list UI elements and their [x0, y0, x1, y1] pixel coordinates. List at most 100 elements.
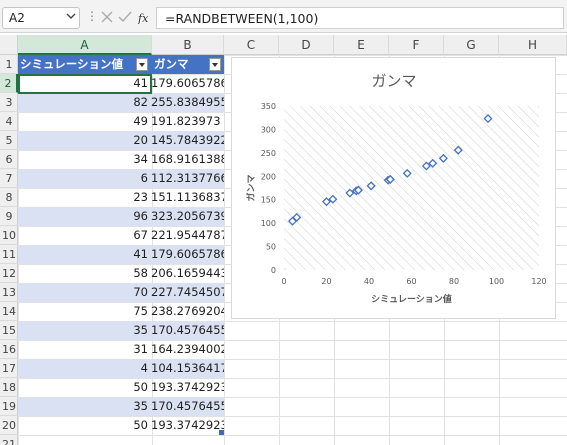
cell-simulation-value[interactable]: 23 — [18, 188, 151, 207]
formula-input[interactable]: =RANDBETWEEN(1,100) — [156, 7, 564, 29]
y-tick-label: 350 — [261, 102, 276, 111]
row-header[interactable]: 13 — [0, 283, 18, 302]
cell-simulation-value[interactable]: 67 — [18, 226, 151, 245]
cell-gamma-value[interactable]: 193.3742923 — [151, 416, 224, 435]
column-header-c[interactable]: C — [224, 35, 279, 55]
row-header[interactable]: 17 — [0, 359, 18, 378]
row-header[interactable]: 6 — [0, 150, 18, 169]
column-header-h[interactable]: H — [499, 35, 567, 55]
cell-gamma-value[interactable]: 168.9161388 — [151, 150, 224, 169]
column-header-f[interactable]: F — [389, 35, 444, 55]
x-tick-label: 100 — [489, 277, 504, 286]
row-header[interactable]: 21 — [0, 435, 18, 445]
chart-canvas: ガンマ 0 50 100 150 200 250 300 350 0 20 40 60 80 100 12… — [245, 72, 547, 305]
cell-gamma-value[interactable]: 221.9544787 — [151, 226, 224, 245]
cell-gamma-value[interactable]: 145.7843922 — [151, 131, 224, 150]
cell-gamma-value[interactable]: 170.4576455 — [151, 397, 224, 416]
table-row: 70 227.7454507 — [18, 283, 224, 302]
cell-simulation-value[interactable]: 20 — [18, 131, 151, 150]
table-row: 4 104.1536417 — [18, 359, 224, 378]
row-header[interactable]: 9 — [0, 207, 18, 226]
select-all-corner[interactable] — [0, 35, 18, 55]
cell-gamma-value[interactable]: 164.2394002 — [151, 340, 224, 359]
cell-simulation-value[interactable]: 31 — [18, 340, 151, 359]
table-row: 6 112.3137766 — [18, 169, 224, 188]
column-header-a[interactable]: A — [18, 35, 152, 55]
table-row: 31 164.2394002 — [18, 340, 224, 359]
row-header[interactable]: 11 — [0, 245, 18, 264]
column-header-e[interactable]: E — [334, 35, 389, 55]
column-header-d[interactable]: D — [279, 35, 334, 55]
cancel-icon[interactable] — [100, 10, 114, 24]
chevron-down-icon[interactable] — [66, 11, 76, 21]
cell-simulation-value[interactable]: 75 — [18, 302, 151, 321]
cell-gamma-value[interactable]: 104.1536417 — [151, 359, 224, 378]
row-header[interactable]: 4 — [0, 112, 18, 131]
cell-simulation-value[interactable]: 82 — [18, 93, 151, 112]
cell-gamma-value[interactable]: 179.6065786 — [151, 245, 224, 264]
insert-function-icon[interactable]: fx — [137, 10, 151, 24]
cell-gamma-value[interactable]: 191.823973 — [151, 112, 224, 131]
cell-gamma-value[interactable]: 193.3742923 — [151, 378, 224, 397]
row-header[interactable]: 5 — [0, 131, 18, 150]
cell-simulation-value[interactable]: 6 — [18, 169, 151, 188]
cell-simulation-value[interactable]: 96 — [18, 207, 151, 226]
filter-dropdown-icon[interactable] — [209, 58, 221, 71]
cell-simulation-value[interactable]: 70 — [18, 283, 151, 302]
table-resize-handle[interactable] — [219, 430, 224, 435]
row-header[interactable]: 7 — [0, 169, 18, 188]
table-row: 50 193.3742923 — [18, 416, 224, 435]
cell-gamma-value[interactable]: 179.6065786 — [151, 74, 224, 93]
row-header[interactable]: 12 — [0, 264, 18, 283]
cell-simulation-value[interactable]: 50 — [18, 378, 151, 397]
filter-dropdown-icon[interactable] — [136, 58, 148, 71]
cell-simulation-value[interactable]: 50 — [18, 416, 151, 435]
table-row: 49 191.823973 — [18, 112, 224, 131]
table-row: 75 238.2769204 — [18, 302, 224, 321]
cell-simulation-value[interactable]: 49 — [18, 112, 151, 131]
cell-simulation-value[interactable]: 35 — [18, 397, 151, 416]
cell-gamma-value[interactable]: 151.1136837 — [151, 188, 224, 207]
cell-simulation-value[interactable]: 34 — [18, 150, 151, 169]
table-header-simulation[interactable]: シミュレーション値 — [18, 55, 151, 74]
x-tick-label: 0 — [281, 277, 286, 286]
row-header[interactable]: 19 — [0, 397, 18, 416]
formula-text: =RANDBETWEEN(1,100) — [165, 11, 319, 26]
row-header[interactable]: 18 — [0, 378, 18, 397]
table-row: 67 221.9544787 — [18, 226, 224, 245]
row-header[interactable]: 16 — [0, 340, 18, 359]
row-header[interactable]: 1 — [0, 55, 18, 74]
table-header-row: シミュレーション値 ガンマ — [18, 55, 224, 74]
x-tick-label: 80 — [449, 277, 459, 286]
cell-gamma-value[interactable]: 206.1659443 — [151, 264, 224, 283]
cell-simulation-value[interactable]: 41 — [18, 245, 151, 264]
x-axis-label: シミュレーション値 — [371, 293, 452, 305]
column-header-g[interactable]: G — [444, 35, 499, 55]
column-header-b[interactable]: B — [152, 35, 224, 55]
table-row: 35 170.4576455 — [18, 321, 224, 340]
y-tick-label: 150 — [261, 196, 276, 205]
cell-gamma-value[interactable]: 255.8384955 — [151, 93, 224, 112]
cell-gamma-value[interactable]: 323.2056739 — [151, 207, 224, 226]
row-header[interactable]: 2 — [0, 74, 18, 93]
cell-simulation-value[interactable]: 4 — [18, 359, 151, 378]
cell-simulation-value[interactable]: 35 — [18, 321, 151, 340]
cell-gamma-value[interactable]: 112.3137766 — [151, 169, 224, 188]
cell-gamma-value[interactable]: 227.7454507 — [151, 283, 224, 302]
row-header[interactable]: 15 — [0, 321, 18, 340]
row-header[interactable]: 14 — [0, 302, 18, 321]
table-row: 23 151.1136837 — [18, 188, 224, 207]
active-cell-selection — [18, 74, 152, 94]
row-header[interactable]: 3 — [0, 93, 18, 112]
cell-gamma-value[interactable]: 170.4576455 — [151, 321, 224, 340]
enter-icon[interactable] — [118, 10, 132, 24]
cell-gamma-value[interactable]: 238.2769204 — [151, 302, 224, 321]
table-row: 20 145.7843922 — [18, 131, 224, 150]
y-tick-label: 250 — [261, 149, 276, 158]
scatter-chart[interactable]: ガンマ 0 50 100 150 200 250 300 350 0 20 40 60 80 100 12… — [231, 57, 556, 319]
table-row: 41 179.6065786 — [18, 245, 224, 264]
cell-simulation-value[interactable]: 58 — [18, 264, 151, 283]
row-header[interactable]: 8 — [0, 188, 18, 207]
row-header[interactable]: 10 — [0, 226, 18, 245]
row-header[interactable]: 20 — [0, 416, 18, 435]
